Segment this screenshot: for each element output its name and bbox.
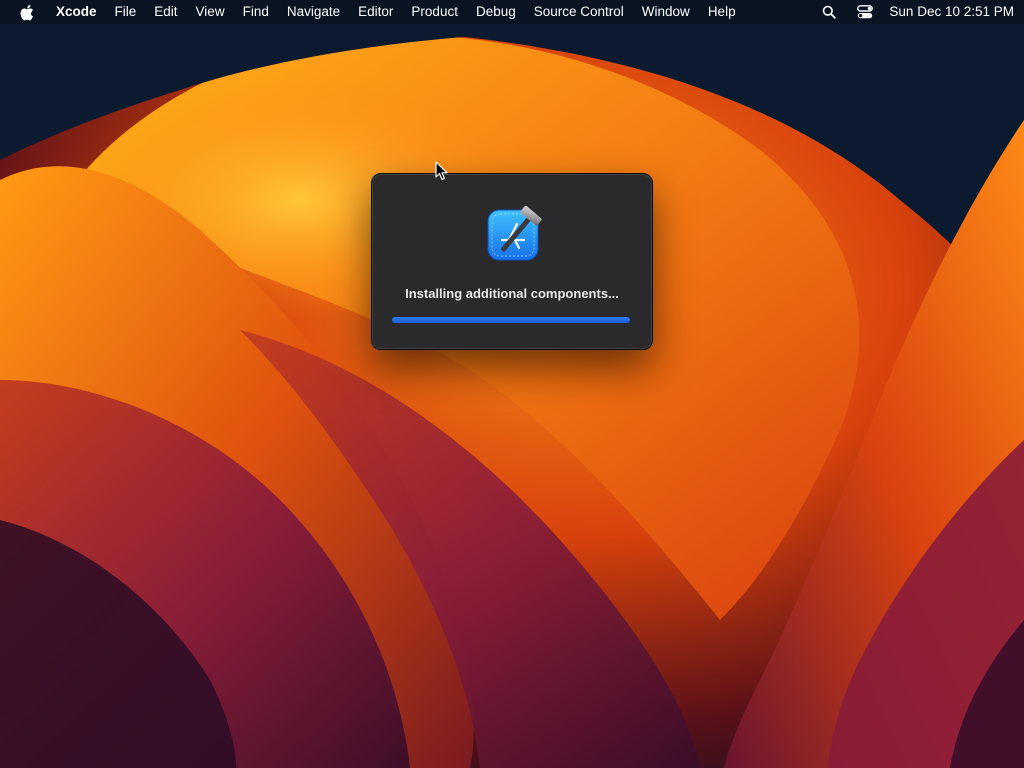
menu-navigate[interactable]: Navigate <box>278 0 349 24</box>
menu-source-control[interactable]: Source Control <box>525 0 633 24</box>
menu-debug[interactable]: Debug <box>467 0 525 24</box>
menu-view[interactable]: View <box>187 0 234 24</box>
menu-editor[interactable]: Editor <box>349 0 402 24</box>
menu-bar: Xcode File Edit View Find Navigate Edito… <box>0 0 1024 24</box>
menu-bar-clock[interactable]: Sun Dec 10 2:51 PM <box>889 0 1014 24</box>
install-progress-bar <box>392 317 630 323</box>
menu-window[interactable]: Window <box>633 0 699 24</box>
desktop: Xcode File Edit View Find Navigate Edito… <box>0 0 1024 768</box>
apple-logo-icon[interactable] <box>19 3 35 21</box>
menu-edit[interactable]: Edit <box>145 0 186 24</box>
control-center-icon[interactable] <box>856 0 874 24</box>
menu-help[interactable]: Help <box>699 0 745 24</box>
menu-app-name[interactable]: Xcode <box>48 0 106 24</box>
menu-find[interactable]: Find <box>234 0 278 24</box>
menu-product[interactable]: Product <box>402 0 467 24</box>
install-status-message: Installing additional components... <box>405 286 619 301</box>
search-icon[interactable] <box>820 0 838 24</box>
menu-file[interactable]: File <box>106 0 146 24</box>
install-components-dialog: Installing additional components... <box>371 173 653 350</box>
mouse-pointer-icon <box>435 161 448 180</box>
install-progress-fill <box>392 317 630 323</box>
xcode-app-icon <box>487 205 542 261</box>
desktop-wallpaper <box>0 0 1024 768</box>
